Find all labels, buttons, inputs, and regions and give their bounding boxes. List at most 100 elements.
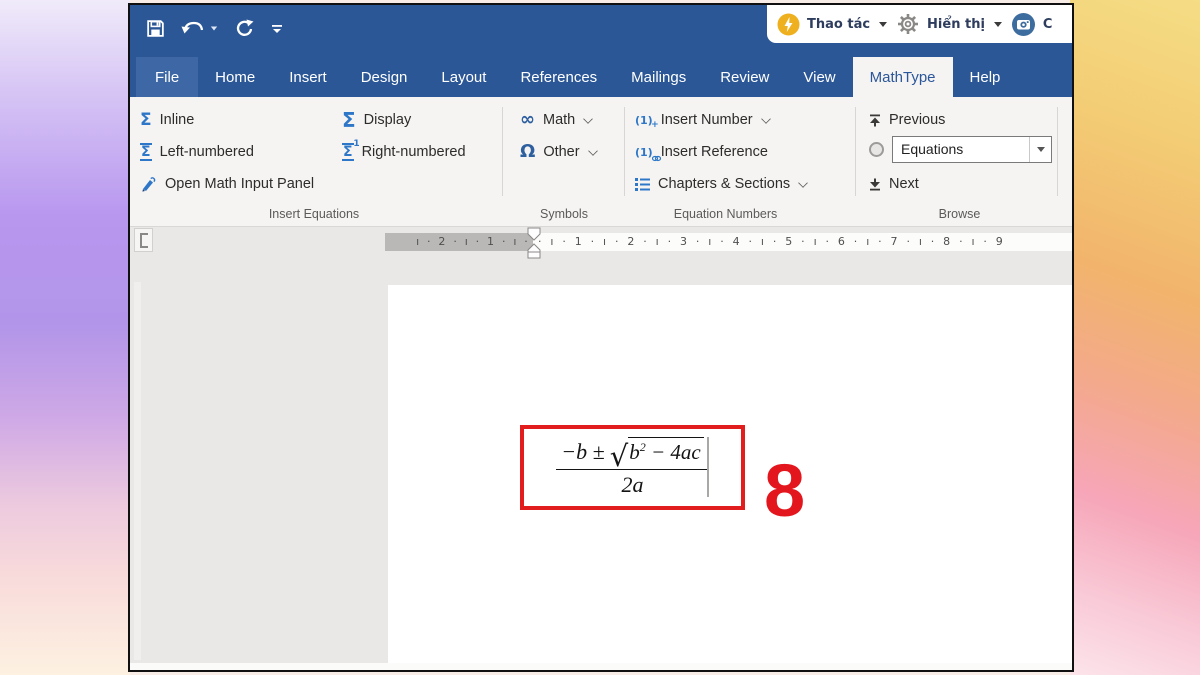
left-numbered-equation-button[interactable]: Σ Left-numbered (140, 139, 254, 165)
tab-mathtype[interactable]: MathType (853, 57, 953, 97)
tab-layout[interactable]: Layout (424, 57, 503, 97)
inline-equation-button[interactable]: Σ Inline (140, 107, 194, 133)
infinity-icon: ∞ (520, 111, 535, 129)
insert-equations-group-label: Insert Equations (130, 207, 498, 221)
wallpaper-gradient-left (0, 0, 130, 675)
insert-reference-icon: (1) (635, 147, 653, 158)
math-label: Math (543, 112, 575, 128)
gear-icon[interactable] (896, 12, 920, 36)
chevron-down-icon (798, 178, 808, 188)
right-numbered-label: Right-numbered (362, 144, 466, 160)
overlay-display-label[interactable]: Hiển thị (927, 17, 985, 32)
ribbon-separator (1057, 107, 1058, 196)
insert-reference-button[interactable]: (1) Insert Reference (635, 139, 768, 165)
equations-combobox-value: Equations (893, 137, 1029, 162)
tab-stop-selector[interactable] (134, 228, 153, 252)
customize-quick-access-button[interactable] (270, 22, 284, 36)
equations-combobox[interactable]: Equations (892, 136, 1052, 163)
tab-references[interactable]: References (503, 57, 614, 97)
browse-target-row: Equations (869, 136, 1052, 162)
ribbon-separator (624, 107, 625, 196)
equation-denominator: 2a (556, 472, 708, 498)
tab-mailings[interactable]: Mailings (614, 57, 703, 97)
lightning-icon[interactable] (777, 13, 800, 36)
customize-toolbar-icon (270, 22, 284, 36)
indent-marker-handle[interactable] (526, 227, 542, 259)
save-icon (145, 18, 166, 39)
undo-button[interactable] (181, 20, 220, 38)
sigma-left-numbered-icon: Σ (140, 143, 152, 161)
insert-number-icon: (1)+ (635, 115, 653, 126)
tab-help[interactable]: Help (953, 57, 1018, 97)
insert-number-label: Insert Number (661, 112, 753, 128)
sigma-inline-icon: Σ (140, 112, 152, 129)
overlay-actions-caret[interactable] (879, 22, 887, 27)
bottom-strip (130, 663, 1072, 670)
text-cursor (707, 437, 709, 497)
word-window: Thao tác Hiển thị (128, 3, 1074, 672)
title-bar: Thao tác Hiển thị (130, 5, 1072, 57)
tab-file[interactable]: File (136, 57, 198, 97)
combobox-dropdown-button[interactable] (1029, 137, 1051, 162)
horizontal-ruler[interactable]: ı · 2 · ı · 1 · ı · · ı · 1 · ı · 2 · ı … (385, 233, 1072, 251)
chevron-down-icon (761, 114, 771, 124)
equation-numbers-group-label: Equation Numbers (628, 207, 823, 221)
next-equation-button[interactable]: Next (869, 171, 919, 197)
square-root: √ b2 − 4ac (610, 437, 704, 465)
caret-down-icon (1037, 147, 1045, 152)
insert-number-button[interactable]: (1)+ Insert Number (635, 107, 770, 133)
display-equation-button[interactable]: Σ Display (342, 107, 411, 133)
left-tab-icon (140, 233, 148, 248)
next-label: Next (889, 176, 919, 192)
overlay-actions-label[interactable]: Thao tác (807, 17, 870, 32)
sigma-right-numbered-icon: Σ (342, 143, 354, 161)
math-input-pen-icon (140, 176, 157, 193)
inline-label: Inline (160, 112, 195, 128)
fraction-bar (556, 469, 708, 470)
insert-reference-label: Insert Reference (661, 144, 768, 160)
capture-overlay-toolbar: Thao tác Hiển thị (767, 5, 1072, 43)
redo-icon (235, 19, 255, 39)
sigma-one-badge: 1 (353, 139, 359, 149)
tab-home[interactable]: Home (198, 57, 272, 97)
chapters-sections-label: Chapters & Sections (658, 176, 790, 192)
right-numbered-equation-button[interactable]: Σ 1 Right-numbered (342, 139, 466, 165)
sigma-display-icon: Σ (342, 110, 356, 130)
tab-insert[interactable]: Insert (272, 57, 344, 97)
save-button[interactable] (145, 18, 166, 39)
undo-dropdown-caret[interactable] (211, 27, 217, 31)
omega-icon: Ω (520, 143, 535, 161)
ribbon-tab-row: File Home Insert Design Layout Reference… (130, 57, 1072, 97)
mathtype-ribbon: Σ Inline Σ Display Σ Left-numbered Σ 1 R… (130, 97, 1072, 227)
display-label: Display (364, 112, 412, 128)
ribbon-separator (855, 107, 856, 196)
next-icon (869, 178, 881, 191)
equation-highlight-box: −b ± √ b2 − 4ac 2a (520, 425, 745, 510)
desktop: Thao tác Hiển thị (0, 0, 1200, 675)
quadratic-formula-equation[interactable]: −b ± √ b2 − 4ac 2a (556, 437, 708, 498)
list-icon (635, 178, 650, 191)
document-area: ı · 2 · ı · 1 · ı · · ı · 1 · ı · 2 · ı … (130, 227, 1072, 670)
tab-review[interactable]: Review (703, 57, 786, 97)
open-math-input-panel-button[interactable]: Open Math Input Panel (140, 171, 314, 197)
vertical-ruler (134, 282, 141, 660)
overlay-partial-text: C (1043, 17, 1053, 32)
other-symbols-button[interactable]: Ω Other (520, 139, 597, 165)
chevron-down-icon (588, 146, 598, 156)
other-label: Other (543, 144, 579, 160)
tab-view[interactable]: View (786, 57, 852, 97)
math-symbols-button[interactable]: ∞ Math (520, 107, 592, 133)
overlay-display-caret[interactable] (994, 22, 1002, 27)
numerator-prefix: −b ± (561, 439, 604, 465)
browse-target-icon (869, 142, 884, 157)
camera-icon[interactable] (1011, 12, 1036, 37)
left-numbered-label: Left-numbered (160, 144, 254, 160)
browse-group-label: Browse (867, 207, 1052, 221)
previous-equation-button[interactable]: Previous (869, 107, 945, 133)
chapters-sections-button[interactable]: Chapters & Sections (635, 171, 807, 197)
redo-button[interactable] (235, 19, 255, 39)
equation-numerator: −b ± √ b2 − 4ac (556, 437, 708, 466)
step-number-annotation: 8 (764, 456, 805, 526)
tab-design[interactable]: Design (344, 57, 425, 97)
previous-icon (869, 114, 881, 127)
